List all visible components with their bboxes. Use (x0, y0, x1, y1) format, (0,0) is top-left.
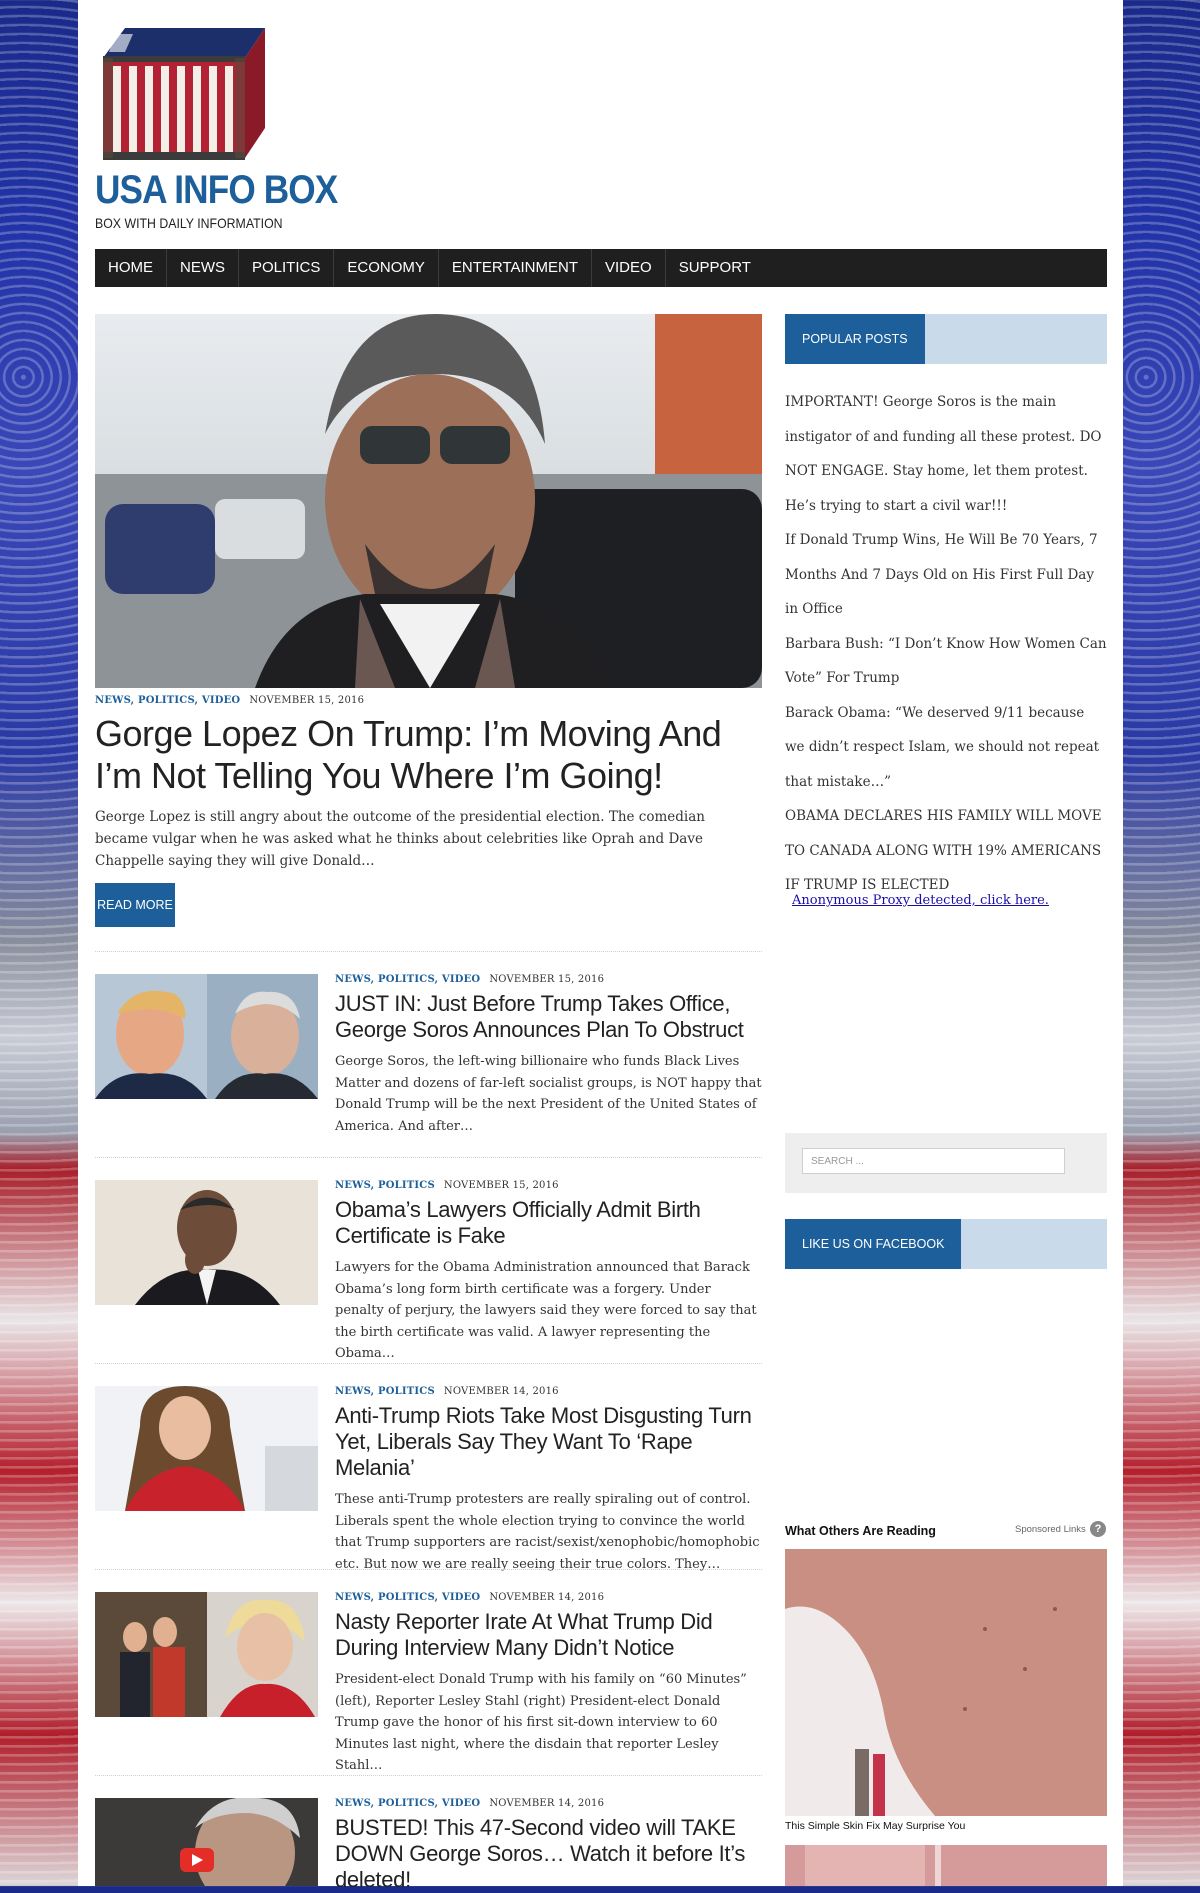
read-more-button[interactable]: READ MORE (95, 883, 175, 927)
popular-posts-widget: POPULAR POSTS IMPORTANT! George Soros is… (785, 314, 1107, 903)
help-icon[interactable]: ? (1090, 1521, 1106, 1537)
sponsored-ad-image[interactable] (785, 1549, 1107, 1816)
featured-date: NOVEMBER 15, 2016 (249, 695, 365, 706)
sponsored-ad-caption[interactable]: This Simple Skin Fix May Surprise You (785, 1820, 965, 1832)
nav-item-news[interactable]: NEWS (167, 249, 239, 287)
post-meta: NEWS, POLITICS, VIDEO NOVEMBER 14, 2016 (335, 1592, 762, 1603)
post-meta: NEWS, POLITICS NOVEMBER 14, 2016 (335, 1386, 762, 1397)
facebook-widget: LIKE US ON FACEBOOK (785, 1219, 1107, 1269)
page-container: USA INFO BOX BOX WITH DAILY INFORMATION … (78, 0, 1123, 1892)
post-title[interactable]: Obama’s Lawyers Officially Admit Birth C… (335, 1197, 762, 1249)
post-body: NEWS, POLITICS, VIDEO NOVEMBER 14, 2016 B… (335, 1798, 762, 1893)
background-flag-right (1123, 0, 1200, 1886)
featured-meta: NEWS, POLITICS, VIDEO NOVEMBER 15, 2016 (95, 695, 364, 706)
post-categories[interactable]: NEWS, POLITICS, VIDEO (335, 974, 480, 985)
popular-post-link[interactable]: Barbara Bush: “I Don’t Know How Women Ca… (785, 627, 1107, 696)
post-categories[interactable]: NEWS, POLITICS (335, 1386, 435, 1397)
site-title[interactable]: USA INFO BOX (95, 168, 338, 213)
divider (95, 951, 762, 952)
divider (95, 1569, 762, 1570)
post-meta: NEWS, POLITICS, VIDEO NOVEMBER 15, 2016 (335, 974, 762, 985)
facebook-title: LIKE US ON FACEBOOK (785, 1219, 962, 1269)
nav-item-economy[interactable]: ECONOMY (334, 249, 439, 287)
nav-item-home[interactable]: HOME (95, 249, 167, 287)
post-body: NEWS, POLITICS NOVEMBER 14, 2016 Anti-Tru… (335, 1386, 762, 1575)
post-title[interactable]: BUSTED! This 47-Second video will TAKE D… (335, 1815, 762, 1893)
post-date: NOVEMBER 14, 2016 (489, 1592, 605, 1603)
site-logo-chest[interactable] (95, 18, 273, 166)
facebook-heading: LIKE US ON FACEBOOK (785, 1219, 1107, 1269)
site-tagline: BOX WITH DAILY INFORMATION (95, 215, 283, 231)
post-thumbnail[interactable] (95, 974, 318, 1099)
post-categories[interactable]: NEWS, POLITICS, VIDEO (335, 1798, 480, 1809)
popular-post-link[interactable]: If Donald Trump Wins, He Will Be 70 Year… (785, 523, 1107, 627)
post-excerpt: President-elect Donald Trump with his fa… (335, 1672, 747, 1773)
featured-categories[interactable]: NEWS, POLITICS, VIDEO (95, 695, 240, 706)
nav-item-politics[interactable]: POLITICS (239, 249, 335, 287)
post-title[interactable]: Anti-Trump Riots Take Most Disgusting Tu… (335, 1403, 762, 1481)
post-date: NOVEMBER 14, 2016 (489, 1798, 605, 1809)
post-meta: NEWS, POLITICS, VIDEO NOVEMBER 14, 2016 (335, 1798, 762, 1809)
search-input[interactable]: SEARCH ... (802, 1148, 1065, 1174)
popular-post-link[interactable]: IMPORTANT! George Soros is the main inst… (785, 385, 1107, 523)
post-thumbnail[interactable] (95, 1386, 318, 1511)
post-meta: NEWS, POLITICS NOVEMBER 15, 2016 (335, 1180, 762, 1191)
post-thumbnail[interactable] (95, 1180, 318, 1305)
post-thumbnail[interactable] (95, 1592, 318, 1717)
post-date: NOVEMBER 15, 2016 (489, 974, 605, 985)
divider (95, 1775, 762, 1776)
popular-posts-list: IMPORTANT! George Soros is the main inst… (785, 385, 1107, 903)
popular-posts-title: POPULAR POSTS (785, 314, 925, 364)
featured-excerpt: George Lopez is still angry about the ou… (95, 809, 705, 869)
post-excerpt: George Soros, the left-wing billionaire … (335, 1054, 762, 1134)
featured-title[interactable]: Gorge Lopez On Trump: I’m Moving And I’m… (95, 713, 762, 797)
nav-item-entertainment[interactable]: ENTERTAINMENT (439, 249, 592, 287)
popular-post-link[interactable]: OBAMA DECLARES HIS FAMILY WILL MOVE TO C… (785, 799, 1107, 903)
post-date: NOVEMBER 14, 2016 (443, 1386, 559, 1397)
divider (95, 1363, 762, 1364)
post-excerpt: These anti-Trump protesters are really s… (335, 1492, 760, 1572)
post-date: NOVEMBER 15, 2016 (443, 1180, 559, 1191)
main-navigation: HOME NEWS POLITICS ECONOMY ENTERTAINMENT… (95, 249, 1107, 287)
post-categories[interactable]: NEWS, POLITICS (335, 1180, 435, 1191)
popular-posts-heading: POPULAR POSTS (785, 314, 1107, 364)
proxy-detected-link[interactable]: Anonymous Proxy detected, click here. (792, 893, 1049, 908)
nav-item-video[interactable]: VIDEO (592, 249, 666, 287)
post-body: NEWS, POLITICS, VIDEO NOVEMBER 14, 2016 N… (335, 1592, 762, 1777)
sponsored-ad-image[interactable] (785, 1845, 1107, 1886)
background-flag-left (0, 0, 78, 1886)
sponsored-links-label[interactable]: Sponsored Links (1015, 1524, 1086, 1535)
post-categories[interactable]: NEWS, POLITICS, VIDEO (335, 1592, 480, 1603)
post-body: NEWS, POLITICS, VIDEO NOVEMBER 15, 2016 J… (335, 974, 762, 1137)
nav-item-support[interactable]: SUPPORT (666, 249, 764, 287)
post-excerpt: Lawyers for the Obama Administration ann… (335, 1260, 757, 1361)
search-widget: SEARCH ... (785, 1133, 1107, 1193)
divider (95, 1157, 762, 1158)
post-title[interactable]: JUST IN: Just Before Trump Takes Office,… (335, 991, 762, 1043)
post-body: NEWS, POLITICS NOVEMBER 15, 2016 Obama’s … (335, 1180, 762, 1365)
post-thumbnail[interactable] (95, 1798, 318, 1886)
post-title[interactable]: Nasty Reporter Irate At What Trump Did D… (335, 1609, 762, 1661)
featured-image[interactable] (95, 314, 762, 688)
popular-post-link[interactable]: Barack Obama: “We deserved 9/11 because … (785, 696, 1107, 800)
others-reading-title: What Others Are Reading (785, 1524, 936, 1538)
